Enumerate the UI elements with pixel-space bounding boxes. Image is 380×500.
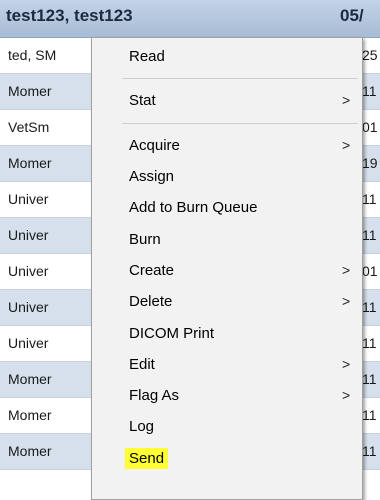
menu-item-label: Assign xyxy=(129,168,175,185)
menu-item-assign[interactable]: Assign xyxy=(92,162,362,192)
submenu-arrow-icon: > xyxy=(342,387,351,403)
institution-cell: Univer xyxy=(8,299,49,315)
date-cell: 01 xyxy=(362,263,378,279)
date-cell: 11 xyxy=(362,371,377,387)
screenshot: test123, test123 05/ ted, SM 25 Momer 11… xyxy=(0,0,380,500)
institution-cell: Univer xyxy=(8,191,49,207)
institution-cell: Momer xyxy=(8,443,52,459)
menu-item-label: Edit xyxy=(129,356,155,373)
date-cell: 01 xyxy=(362,119,378,135)
menu-item-delete[interactable]: Delete > xyxy=(92,287,362,317)
date-cell: 19 xyxy=(362,155,378,171)
menu-item-send[interactable]: Send xyxy=(92,444,362,474)
institution-cell: Momer xyxy=(8,371,52,387)
context-menu: Read Stat > Acquire > Assign Add to Burn… xyxy=(91,37,363,500)
menu-item-label: Read xyxy=(129,48,165,65)
menu-item-create[interactable]: Create > xyxy=(92,256,362,286)
menu-item-dicom-print[interactable]: DICOM Print xyxy=(92,319,362,349)
menu-item-stat[interactable]: Stat > xyxy=(92,86,362,116)
menu-item-log[interactable]: Log xyxy=(92,412,362,442)
patient-name: test123, test123 xyxy=(6,6,133,25)
study-date: 05/ xyxy=(340,6,364,25)
date-cell: 11 xyxy=(362,443,377,459)
menu-item-label: DICOM Print xyxy=(129,325,215,342)
submenu-arrow-icon: > xyxy=(342,137,351,153)
submenu-arrow-icon: > xyxy=(342,293,351,309)
date-cell: 11 xyxy=(362,335,377,351)
menu-item-burn[interactable]: Burn xyxy=(92,225,362,255)
institution-cell: Univer xyxy=(8,263,49,279)
menu-item-label: Burn xyxy=(129,231,161,248)
menu-item-edit[interactable]: Edit > xyxy=(92,350,362,380)
institution-cell: VetSm xyxy=(8,119,50,135)
institution-cell: Momer xyxy=(8,155,52,171)
menu-item-label: Acquire xyxy=(129,137,180,154)
date-cell: 11 xyxy=(362,227,377,243)
menu-item-label: Stat xyxy=(129,92,156,109)
date-cell: 11 xyxy=(362,299,377,315)
menu-item-read[interactable]: Read xyxy=(92,42,362,72)
submenu-arrow-icon: > xyxy=(342,356,351,372)
submenu-arrow-icon: > xyxy=(342,262,351,278)
menu-separator xyxy=(122,123,358,124)
menu-item-flag-as[interactable]: Flag As > xyxy=(92,381,362,411)
institution-cell: ted, SM xyxy=(8,47,57,63)
menu-item-label: Log xyxy=(129,418,155,435)
menu-item-label: Send xyxy=(125,448,169,469)
date-cell: 11 xyxy=(362,407,377,423)
menu-item-label: Flag As xyxy=(129,387,180,404)
menu-item-label: Add to Burn Queue xyxy=(129,199,258,216)
institution-cell: Univer xyxy=(8,227,49,243)
institution-cell: Univer xyxy=(8,335,49,351)
menu-separator xyxy=(122,78,358,79)
menu-item-label: Delete xyxy=(129,293,173,310)
submenu-arrow-icon: > xyxy=(342,92,351,108)
date-cell: 11 xyxy=(362,191,377,207)
menu-item-acquire[interactable]: Acquire > xyxy=(92,131,362,161)
menu-item-add-to-burn-queue[interactable]: Add to Burn Queue xyxy=(92,193,362,223)
date-cell: 25 xyxy=(362,47,378,63)
institution-cell: Momer xyxy=(8,407,52,423)
date-cell: 11 xyxy=(362,83,377,99)
menu-item-label: Create xyxy=(129,262,175,279)
institution-cell: Momer xyxy=(8,83,52,99)
selected-study-row[interactable]: test123, test123 05/ xyxy=(0,0,380,38)
